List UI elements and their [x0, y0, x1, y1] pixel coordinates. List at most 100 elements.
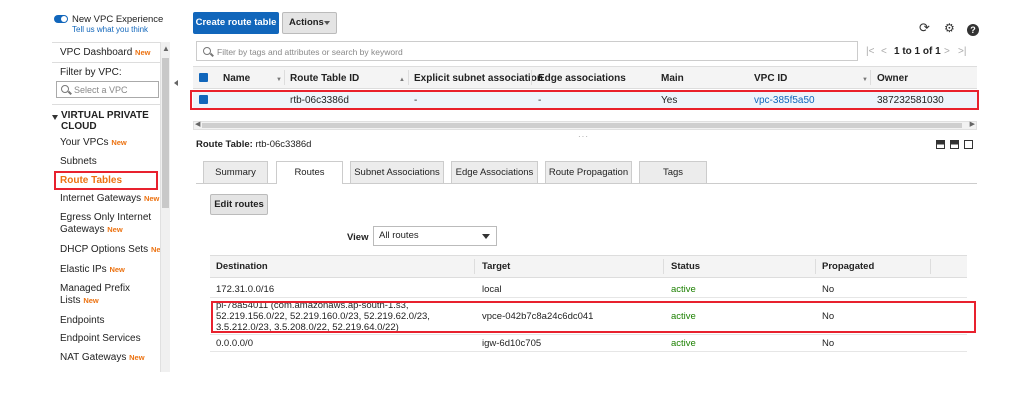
column-separator	[531, 70, 532, 85]
column-separator	[474, 259, 475, 274]
sort-icon[interactable]: ▼	[862, 77, 868, 83]
collapse-sidebar-icon[interactable]	[174, 80, 178, 86]
sidebar-item-subnets[interactable]: Subnets	[60, 156, 97, 168]
column-separator	[284, 70, 285, 85]
highlight-route-tables	[54, 171, 158, 190]
column-header-propagated: Propagated	[822, 261, 875, 272]
sidebar-item-elastic-ips[interactable]: Elastic IPs New	[60, 264, 125, 276]
highlight-endpoint-route	[211, 301, 976, 333]
tab-edge-associations[interactable]: Edge Associations	[451, 161, 538, 183]
column-header-edge-associations[interactable]: Edge associations	[538, 73, 626, 84]
gear-icon[interactable]: ⚙	[944, 22, 955, 35]
table-horizontal-scrollbar[interactable]: ◀ ▶	[193, 121, 977, 130]
actions-button[interactable]: Actions	[282, 12, 337, 34]
cell-status: active	[671, 338, 696, 349]
sidebar-item-endpoints[interactable]: Endpoints	[60, 315, 104, 327]
edit-routes-button[interactable]: Edit routes	[210, 194, 268, 215]
column-separator	[930, 259, 931, 274]
sort-icon[interactable]: ▼	[276, 77, 282, 83]
details-title: Route Table: rtb-06c3386d	[196, 139, 312, 150]
search-icon	[61, 85, 69, 93]
chevron-down-icon	[482, 234, 490, 239]
sidebar-item-dhcp-options-sets[interactable]: DHCP Options Sets New	[60, 244, 166, 256]
tab-routes[interactable]: Routes	[276, 161, 343, 184]
column-header-target: Target	[482, 261, 511, 272]
tab-summary[interactable]: Summary	[203, 161, 268, 183]
target-igw-link[interactable]: igw-6d10c705	[482, 338, 541, 349]
sidebar-item-egress-only-internet-gateways[interactable]: Egress Only Internet Gateways New	[60, 212, 151, 236]
tab-tags[interactable]: Tags	[639, 161, 707, 183]
cell-status: active	[671, 284, 696, 295]
layout-full-icon[interactable]	[964, 140, 973, 149]
column-separator	[815, 259, 816, 274]
sidebar-divider	[52, 104, 170, 105]
last-page-icon[interactable]: >|	[958, 46, 966, 57]
resize-grip-icon[interactable]: ···	[578, 132, 589, 141]
scroll-up-icon[interactable]: ▲	[162, 44, 170, 53]
vpc-filter-placeholder: Select a VPC	[74, 85, 128, 95]
search-input[interactable]: Filter by tags and attributes or search …	[196, 41, 858, 61]
tab-route-propagation[interactable]: Route Propagation	[545, 161, 632, 183]
column-header-main[interactable]: Main	[661, 73, 684, 84]
column-header-route-table-id[interactable]: Route Table ID	[290, 73, 359, 84]
row-divider	[210, 297, 967, 298]
sidebar-section-title: VIRTUAL PRIVATE CLOUD	[61, 110, 149, 132]
pagination-text: 1 to 1 of 1	[894, 46, 941, 57]
column-header-destination: Destination	[216, 261, 268, 272]
actions-label: Actions	[289, 17, 324, 28]
select-all-checkbox[interactable]	[199, 73, 208, 82]
previous-page-icon[interactable]: <	[881, 46, 887, 57]
sidebar-divider	[52, 62, 170, 63]
vpc-filter-input[interactable]: Select a VPC	[56, 81, 159, 98]
refresh-icon[interactable]: ⟳	[919, 21, 930, 34]
sidebar-scroll-thumb[interactable]	[162, 58, 169, 208]
highlight-selected-row	[190, 90, 979, 110]
create-route-table-button[interactable]: Create route table	[193, 12, 279, 34]
cell-propagated: No	[822, 284, 835, 295]
layout-split-bottom-icon[interactable]	[950, 140, 959, 149]
view-select-value: All routes	[379, 230, 419, 241]
new-badge: New	[135, 48, 151, 57]
cell-destination: 0.0.0.0/0	[216, 338, 253, 349]
new-experience-title: New VPC Experience	[72, 14, 164, 25]
sidebar-item-internet-gateways[interactable]: Internet Gateways New	[60, 193, 159, 205]
horizontal-scroll-thumb[interactable]	[202, 123, 962, 128]
column-header-explicit-subnet-association[interactable]: Explicit subnet association	[414, 73, 543, 84]
column-header-status: Status	[671, 261, 701, 272]
row-divider	[210, 334, 967, 335]
sidebar-scrollbar[interactable]: ▲	[160, 42, 170, 372]
view-label: View	[347, 232, 369, 243]
help-icon[interactable]: ?	[967, 24, 979, 36]
cell-propagated: No	[822, 338, 835, 349]
feedback-link[interactable]: Tell us what you think	[72, 25, 148, 34]
search-placeholder: Filter by tags and attributes or search …	[217, 47, 403, 57]
scroll-right-icon[interactable]: ▶	[970, 120, 975, 128]
column-separator	[408, 70, 409, 85]
expand-section-icon[interactable]	[52, 115, 58, 120]
sidebar-item-endpoint-services[interactable]: Endpoint Services	[60, 333, 141, 345]
sort-ascending-icon[interactable]: ▲	[399, 77, 405, 83]
sidebar-item-your-vpcs[interactable]: Your VPCs New	[60, 137, 127, 149]
column-separator	[663, 259, 664, 274]
new-experience-toggle[interactable]	[54, 15, 68, 23]
scroll-left-icon[interactable]: ◀	[195, 120, 200, 128]
sidebar-item-nat-gateways[interactable]: NAT Gateways New	[60, 352, 145, 364]
cell-target: local	[482, 284, 502, 295]
cell-destination: 172.31.0.0/16	[216, 284, 275, 295]
column-header-owner[interactable]: Owner	[877, 73, 908, 84]
filter-by-vpc-label: Filter by VPC:	[60, 67, 122, 78]
sidebar-item-label: VPC Dashboard	[60, 47, 133, 58]
chevron-down-icon	[324, 21, 330, 25]
view-select[interactable]: All routes	[373, 226, 497, 246]
layout-split-top-icon[interactable]	[936, 140, 945, 149]
sidebar-item-vpc-dashboard[interactable]: VPC Dashboard New	[60, 47, 150, 59]
row-divider	[210, 351, 967, 352]
next-page-icon[interactable]: >	[944, 46, 950, 57]
first-page-icon[interactable]: |<	[866, 46, 874, 57]
sidebar-item-managed-prefix-lists[interactable]: Managed Prefix Lists New	[60, 283, 130, 307]
sidebar-divider	[52, 42, 170, 43]
search-icon	[203, 47, 211, 55]
column-header-vpc-id[interactable]: VPC ID	[754, 73, 787, 84]
column-header-name[interactable]: Name	[223, 73, 250, 84]
tab-subnet-associations[interactable]: Subnet Associations	[350, 161, 444, 183]
